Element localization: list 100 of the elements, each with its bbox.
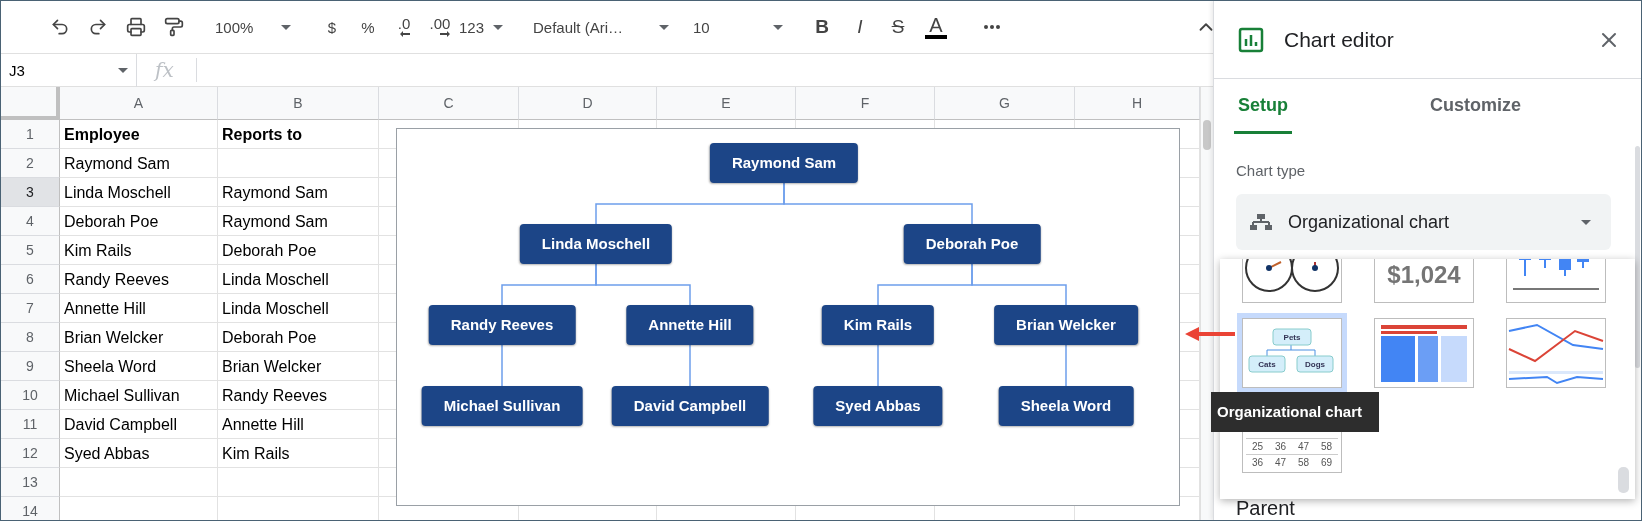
caret-icon bbox=[773, 24, 783, 30]
thumbnail-number: 58 bbox=[1319, 440, 1334, 454]
org-node: Kim Rails bbox=[821, 305, 935, 345]
table-cell-text: Linda Moschell bbox=[221, 269, 330, 290]
row-header[interactable]: 9 bbox=[1, 352, 60, 381]
org-node: Syed Abbas bbox=[813, 386, 943, 426]
table-cell-text: Raymond Sam bbox=[221, 211, 329, 232]
thumbnail-number: 36 bbox=[1273, 440, 1288, 454]
table-cell-text: Michael Sullivan bbox=[63, 385, 181, 406]
row-header[interactable]: 7 bbox=[1, 294, 60, 323]
column-header[interactable]: E bbox=[657, 87, 796, 120]
thumbnail-label: Pets bbox=[1283, 333, 1301, 342]
increase-decimal-button[interactable]: .00 bbox=[425, 12, 455, 42]
row-header[interactable]: 4 bbox=[1, 207, 60, 236]
table-cell-text: David Campbell bbox=[63, 414, 178, 435]
tooltip: Organizational chart bbox=[1211, 392, 1379, 432]
row-header[interactable]: 12 bbox=[1, 439, 60, 468]
caret-icon bbox=[281, 24, 291, 30]
tab[interactable]: Customize bbox=[1426, 79, 1526, 134]
table-cell-text: Kim Rails bbox=[221, 443, 291, 464]
row-header[interactable]: 6 bbox=[1, 265, 60, 294]
scrollbar-thumb[interactable] bbox=[1203, 120, 1211, 150]
column-header[interactable]: C bbox=[379, 87, 519, 120]
bold-button[interactable]: B bbox=[807, 12, 837, 42]
thumbnail-number: 58 bbox=[1296, 456, 1311, 470]
thumbnail-label: Cats bbox=[1258, 360, 1276, 369]
row-header[interactable]: 10 bbox=[1, 381, 60, 410]
row-header[interactable]: 3 bbox=[1, 178, 60, 207]
italic-button[interactable]: I bbox=[845, 12, 875, 42]
column-header[interactable]: D bbox=[519, 87, 657, 120]
caret-icon bbox=[1581, 219, 1591, 225]
strikethrough-button[interactable]: S bbox=[883, 12, 913, 42]
table-cell-text: Annette Hill bbox=[221, 414, 305, 435]
text-color-button[interactable]: A bbox=[921, 12, 951, 42]
row-header[interactable]: 11 bbox=[1, 410, 60, 439]
chart-type-option[interactable]: Pets Cats Dogs bbox=[1237, 313, 1347, 393]
tab[interactable]: Setup bbox=[1234, 79, 1292, 134]
org-chart-icon bbox=[1250, 214, 1272, 230]
number-format-dropdown[interactable]: 123 bbox=[459, 12, 503, 42]
org-node: Michael Sullivan bbox=[421, 386, 583, 426]
org-node: Sheela Word bbox=[998, 386, 1134, 426]
zoom-dropdown[interactable]: 100% bbox=[215, 12, 291, 42]
paint-roller-icon bbox=[164, 17, 184, 37]
connector-line bbox=[877, 344, 879, 387]
row-header[interactable]: 13 bbox=[1, 468, 60, 497]
caret-icon bbox=[659, 24, 669, 30]
table-cell-text: Randy Reeves bbox=[63, 269, 170, 290]
percent-button[interactable]: % bbox=[353, 12, 383, 42]
thumbnail-number: 25 bbox=[1250, 440, 1265, 454]
cell-reference-field[interactable]: J3 bbox=[1, 53, 137, 87]
font-size-dropdown[interactable]: 10 bbox=[693, 12, 783, 42]
thumbnail-number: 47 bbox=[1296, 440, 1311, 454]
chart-icon bbox=[1238, 26, 1264, 53]
column-header[interactable]: F bbox=[796, 87, 935, 120]
chart-type-dropdown[interactable]: Organizational chart bbox=[1236, 194, 1611, 250]
font-dropdown[interactable]: Default (Ari… bbox=[533, 12, 669, 42]
row-header[interactable]: 8 bbox=[1, 323, 60, 352]
thumbnail-label: Dogs bbox=[1305, 360, 1325, 369]
column-header[interactable]: B bbox=[218, 87, 379, 120]
thumbnail-number: 47 bbox=[1273, 456, 1288, 470]
section-title: Parent bbox=[1236, 496, 1295, 520]
function-label: fx bbox=[147, 58, 197, 82]
column-header[interactable]: H bbox=[1075, 87, 1200, 120]
table-cell-text: Deborah Poe bbox=[63, 211, 160, 232]
row-header[interactable]: 14 bbox=[1, 497, 60, 520]
org-node: David Campbell bbox=[611, 386, 769, 426]
field-label: Chart type bbox=[1236, 162, 1307, 181]
org-node: Brian Welcker bbox=[994, 305, 1138, 345]
thumbnail-number: 36 bbox=[1250, 456, 1265, 470]
org-node: Annette Hill bbox=[626, 305, 754, 345]
scrollbar-thumb[interactable] bbox=[1618, 467, 1629, 493]
row-header[interactable]: 1 bbox=[1, 120, 60, 149]
table-cell-text: Reports to bbox=[221, 124, 303, 145]
table-cell-text: Raymond Sam bbox=[63, 153, 171, 174]
column-header[interactable]: G bbox=[935, 87, 1075, 120]
org-node: Raymond Sam bbox=[709, 143, 859, 183]
table-cell-text: Employee bbox=[63, 124, 141, 145]
table-cell-text: Deborah Poe bbox=[221, 327, 318, 348]
currency-button[interactable]: $ bbox=[317, 12, 347, 42]
org-node: Deborah Poe bbox=[903, 224, 1041, 264]
column-header[interactable]: A bbox=[60, 87, 218, 120]
caret-icon bbox=[493, 24, 503, 30]
caret-icon bbox=[118, 67, 128, 73]
table-cell-text: Sheela Word bbox=[63, 356, 158, 377]
row-header[interactable]: 2 bbox=[1, 149, 60, 178]
table-cell-text: Randy Reeves bbox=[221, 385, 328, 406]
table-cell-text: Brian Welcker bbox=[63, 327, 165, 348]
redo-icon bbox=[88, 17, 108, 37]
undo-icon bbox=[50, 17, 70, 37]
scrollbar-thumb[interactable] bbox=[1635, 146, 1640, 368]
table-cell-text: Kim Rails bbox=[63, 240, 133, 261]
table-cell-text: Deborah Poe bbox=[221, 240, 318, 261]
arrow-left-icon bbox=[400, 31, 411, 37]
printer-icon bbox=[126, 17, 146, 37]
decrease-decimal-button[interactable]: .0 bbox=[389, 12, 419, 42]
table-cell-text: Brian Welcker bbox=[221, 356, 323, 377]
panel-title: Chart editor bbox=[1284, 27, 1395, 52]
connector-line bbox=[689, 344, 691, 387]
more-icon bbox=[984, 25, 1000, 29]
row-header[interactable]: 5 bbox=[1, 236, 60, 265]
